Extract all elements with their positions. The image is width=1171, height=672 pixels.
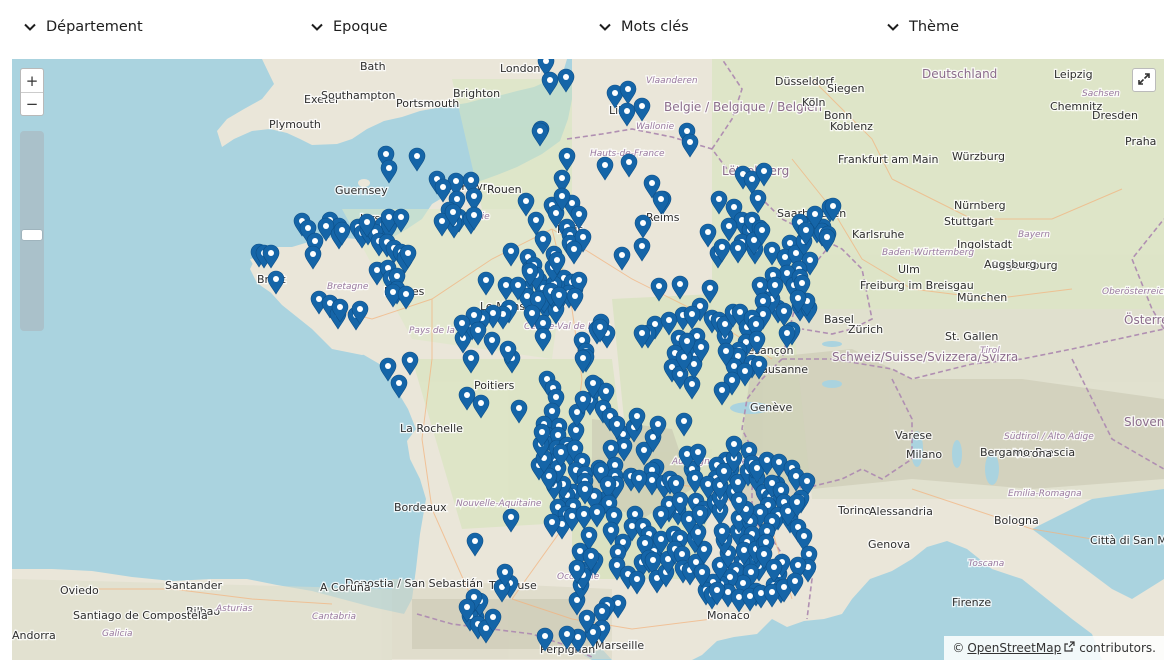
map-marker-pin[interactable] <box>619 80 637 105</box>
zoom-control: + − <box>20 68 44 116</box>
map-marker-pin[interactable] <box>613 246 631 271</box>
fullscreen-button[interactable] <box>1132 68 1156 92</box>
attribution-suffix: contributors. <box>1079 641 1156 655</box>
map-marker-pin[interactable] <box>574 349 592 374</box>
filter-label: Thème <box>909 19 960 35</box>
map-marker-pin[interactable] <box>588 503 606 528</box>
map-markers-layer[interactable] <box>12 59 1164 660</box>
map-marker-pin[interactable] <box>729 239 747 264</box>
map-marker-pin[interactable] <box>401 351 419 376</box>
map-marker-pin[interactable] <box>633 97 651 122</box>
map-marker-pin[interactable] <box>536 627 554 652</box>
map-marker-pin[interactable] <box>749 189 767 214</box>
filter-label: Epoque <box>333 19 388 35</box>
copyright-symbol: © <box>952 641 965 655</box>
map-marker-pin[interactable] <box>380 159 398 184</box>
map-marker-pin[interactable] <box>434 178 452 203</box>
map-marker-pin[interactable] <box>596 156 614 181</box>
map-marker-pin[interactable] <box>620 153 638 178</box>
map-marker-pin[interactable] <box>683 305 701 330</box>
map-marker-pin[interactable] <box>517 192 535 217</box>
filter-theme[interactable]: Thème <box>885 14 959 40</box>
filter-bar: Département Epoque Mots clés Thème <box>0 0 1171 56</box>
map-marker-pin[interactable] <box>462 349 480 374</box>
map-marker-pin[interactable] <box>652 190 670 215</box>
map-marker-pin[interactable] <box>477 271 495 296</box>
map-marker-pin[interactable] <box>466 532 484 557</box>
map-marker-pin[interactable] <box>565 240 583 265</box>
map-marker-pin[interactable] <box>618 102 636 127</box>
map-marker-pin[interactable] <box>510 399 528 424</box>
chevron-down-icon <box>885 19 901 35</box>
map-marker-pin[interactable] <box>408 147 426 172</box>
map-marker-pin[interactable] <box>748 330 766 355</box>
zoom-slider-thumb[interactable] <box>22 230 42 240</box>
external-link-icon <box>1064 641 1075 655</box>
map-marker-pin[interactable] <box>469 321 487 346</box>
chevron-down-icon <box>597 19 613 35</box>
filter-mots-cles[interactable]: Mots clés <box>597 14 689 40</box>
map-marker-pin[interactable] <box>652 505 670 530</box>
map-marker-pin[interactable] <box>634 214 652 239</box>
map-marker-pin[interactable] <box>720 217 738 242</box>
map-marker-pin[interactable] <box>267 270 285 295</box>
map[interactable]: Belgie / Belgique / Belgien Deutschland Sc… <box>12 59 1164 660</box>
zoom-in-button[interactable]: + <box>21 69 43 92</box>
map-marker-pin[interactable] <box>628 570 646 595</box>
map-marker-pin[interactable] <box>502 242 520 267</box>
map-marker-pin[interactable] <box>710 190 728 215</box>
map-marker-pin[interactable] <box>713 381 731 406</box>
map-marker-pin[interactable] <box>558 147 576 172</box>
map-marker-pin[interactable] <box>630 469 648 494</box>
expand-icon <box>1137 71 1151 90</box>
map-marker-pin[interactable] <box>681 133 699 158</box>
openstreetmap-link[interactable]: OpenStreetMap <box>967 641 1061 655</box>
map-marker-pin[interactable] <box>390 374 408 399</box>
zoom-out-button[interactable]: − <box>21 92 43 115</box>
map-marker-pin[interactable] <box>397 285 415 310</box>
filter-label: Mots clés <box>621 19 689 35</box>
map-marker-pin[interactable] <box>304 245 322 270</box>
filter-label: Département <box>46 19 143 35</box>
chevron-down-icon <box>309 19 325 35</box>
map-marker-pin[interactable] <box>543 513 561 538</box>
map-marker-pin[interactable] <box>818 228 836 253</box>
map-marker-pin[interactable] <box>534 327 552 352</box>
map-marker-pin[interactable] <box>557 68 575 93</box>
chevron-down-icon <box>22 19 38 35</box>
map-marker-pin[interactable] <box>650 277 668 302</box>
map-marker-pin[interactable] <box>683 375 701 400</box>
map-marker-pin[interactable] <box>458 386 476 411</box>
map-attribution: © OpenStreetMap contributors. <box>944 636 1164 660</box>
map-marker-pin[interactable] <box>675 412 693 437</box>
map-marker-pin[interactable] <box>558 625 576 650</box>
filter-departement[interactable]: Département <box>22 14 143 40</box>
map-marker-pin[interactable] <box>699 223 717 248</box>
map-marker-pin[interactable] <box>483 331 501 356</box>
map-marker-pin[interactable] <box>502 508 520 533</box>
zoom-slider[interactable] <box>20 131 44 331</box>
map-marker-pin[interactable] <box>633 237 651 262</box>
map-marker-pin[interactable] <box>531 122 549 147</box>
map-marker-pin[interactable] <box>671 275 689 300</box>
filter-epoque[interactable]: Epoque <box>309 14 388 40</box>
map-marker-pin[interactable] <box>541 71 559 96</box>
map-marker-pin[interactable] <box>472 394 490 419</box>
